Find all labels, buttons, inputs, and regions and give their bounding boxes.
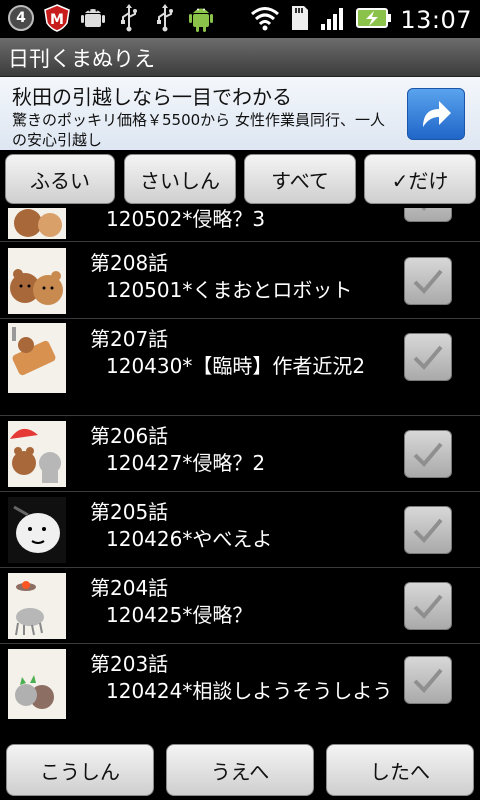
- episode-checkbox[interactable]: [404, 430, 452, 478]
- episode-thumbnail: [8, 649, 66, 719]
- bottom-bar: こうしん うえへ したへ: [0, 738, 480, 800]
- episode-thumbnail: [8, 497, 66, 563]
- usb-icon: [150, 3, 180, 33]
- wifi-icon: [250, 4, 280, 36]
- filter-old-button[interactable]: ふるい: [5, 154, 115, 204]
- list-item[interactable]: 第205話 120426*やべえよ: [0, 492, 480, 568]
- episode-subtitle: 120430*【臨時】作者近況2: [106, 354, 366, 378]
- episode-subtitle: 120426*やべえよ: [106, 527, 273, 551]
- notification-count: 4: [8, 5, 34, 31]
- episode-list[interactable]: 120502*侵略？3 第208話 120501*くまおとロボット 第207話 …: [0, 208, 480, 738]
- mcafee-icon: M: [42, 3, 72, 33]
- clock: 13:07: [400, 6, 472, 34]
- episode-subtitle: 120424*相談しようそうしよう: [106, 679, 393, 703]
- app-title: 日刊くまぬりえ: [8, 47, 155, 71]
- list-item[interactable]: 第206話 120427*侵略？2: [0, 416, 480, 492]
- episode-subtitle: 120425*侵略？: [106, 603, 253, 627]
- episode-thumbnail: [8, 421, 66, 487]
- list-item[interactable]: 第203話 120424*相談しようそうしよう: [0, 644, 480, 738]
- filter-checked-only-button[interactable]: ✓だけ: [364, 154, 476, 204]
- title-bar: 日刊くまぬりえ: [0, 38, 480, 77]
- svg-text:M: M: [50, 12, 64, 28]
- episode-title: 第208話: [90, 251, 169, 275]
- list-item[interactable]: 第207話 120430*【臨時】作者近況2: [0, 319, 480, 416]
- status-right-icons: 13:07: [250, 4, 472, 36]
- episode-subtitle: 120501*くまおとロボット: [106, 278, 353, 302]
- list-item[interactable]: 120502*侵略？3: [0, 208, 480, 242]
- episode-subtitle: 120502*侵略？3: [106, 208, 266, 231]
- android-icon: [186, 3, 216, 33]
- episode-thumbnail: [8, 208, 66, 239]
- episode-title: 第203話: [90, 652, 169, 676]
- filter-bar: ふるい さいしん すべて ✓だけ: [0, 150, 480, 208]
- filter-all-button[interactable]: すべて: [244, 154, 356, 204]
- scroll-up-button[interactable]: うえへ: [166, 744, 314, 796]
- share-arrow-icon[interactable]: [407, 88, 465, 140]
- episode-checkbox[interactable]: [404, 506, 452, 554]
- android-debug-icon: [78, 3, 108, 33]
- episode-title: 第205話: [90, 500, 169, 524]
- episode-thumbnail: [8, 323, 66, 393]
- status-left-icons: 4 M: [6, 3, 216, 33]
- ad-banner[interactable]: 秋田の引越しなら一目でわかる 驚きのポッキリ価格￥5500から 女性作業員同行、…: [0, 77, 480, 151]
- episode-checkbox[interactable]: [404, 257, 452, 305]
- status-bar: 4 M 13:07: [0, 0, 480, 38]
- episode-subtitle: 120427*侵略？2: [106, 451, 266, 475]
- ad-headline: 秋田の引越しなら一目でわかる: [12, 85, 292, 109]
- episode-thumbnail: [8, 573, 66, 639]
- usb-icon: [114, 3, 144, 33]
- episode-checkbox[interactable]: [404, 582, 452, 630]
- episode-checkbox[interactable]: [404, 208, 452, 222]
- filter-new-button[interactable]: さいしん: [124, 154, 236, 204]
- list-item[interactable]: 第208話 120501*くまおとロボット: [0, 243, 480, 319]
- episode-checkbox[interactable]: [404, 656, 452, 704]
- episode-title: 第206話: [90, 424, 169, 448]
- signal-icon: [318, 4, 348, 36]
- episode-title: 第207話: [90, 327, 169, 351]
- battery-charging-icon: [356, 6, 392, 34]
- list-item[interactable]: 第204話 120425*侵略？: [0, 568, 480, 644]
- episode-checkbox[interactable]: [404, 333, 452, 381]
- scroll-down-button[interactable]: したへ: [326, 744, 474, 796]
- episode-title: 第204話: [90, 576, 169, 600]
- notification-count-icon: 4: [6, 3, 36, 33]
- sd-card-icon: [288, 4, 310, 36]
- episode-thumbnail: [8, 248, 66, 314]
- refresh-button[interactable]: こうしん: [6, 744, 154, 796]
- ad-body: 驚きのポッキリ価格￥5500から 女性作業員同行、一人の安心引越し: [12, 111, 385, 149]
